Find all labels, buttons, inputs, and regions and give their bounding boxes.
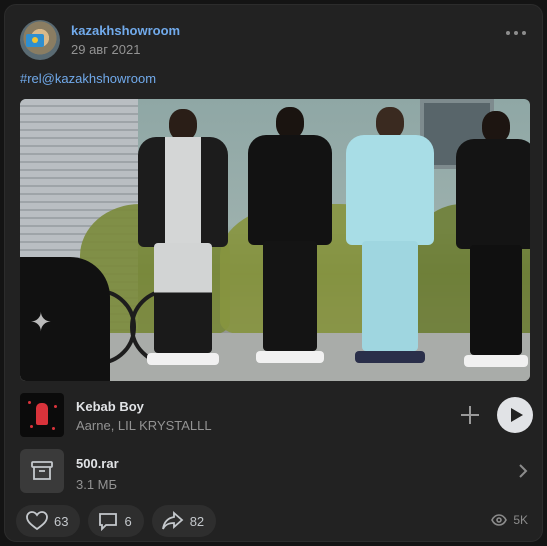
view-count: 5K	[513, 513, 528, 527]
post-photo[interactable]	[20, 99, 530, 381]
share-count: 82	[189, 513, 205, 529]
share-icon	[161, 511, 184, 530]
comment-button[interactable]: 6	[88, 505, 144, 537]
play-button[interactable]	[497, 397, 533, 433]
share-button[interactable]: 82	[151, 505, 217, 537]
comment-icon	[99, 513, 118, 531]
document-size: 3.1 МБ	[76, 477, 118, 492]
views-counter: 5K	[491, 513, 528, 527]
document-name[interactable]: 500.rar	[76, 456, 119, 471]
track-title[interactable]: Kebab Boy	[76, 399, 144, 414]
post-actions: 63 6 82	[16, 505, 217, 537]
audio-attachment[interactable]: Kebab Boy Aarne, LIL KRYSTALLL	[20, 393, 533, 437]
author-name[interactable]: kazakhshowroom	[71, 23, 180, 38]
archive-icon	[20, 449, 64, 493]
comment-count: 6	[124, 513, 132, 529]
play-icon	[510, 408, 523, 422]
more-icon[interactable]	[506, 29, 526, 37]
chevron-right-icon[interactable]	[518, 463, 528, 479]
post-card: kazakhshowroom 29 авг 2021 #rel@kazakhsh…	[4, 4, 543, 542]
document-attachment[interactable]: 500.rar 3.1 МБ	[20, 447, 530, 495]
like-button[interactable]: 63	[16, 505, 81, 537]
hashtag-link[interactable]: #rel@kazakhshowroom	[20, 71, 156, 86]
heart-icon	[26, 511, 48, 531]
add-icon[interactable]	[458, 403, 482, 427]
avatar[interactable]	[20, 20, 60, 60]
post-date[interactable]: 29 авг 2021	[71, 42, 140, 57]
like-count: 63	[54, 513, 69, 529]
track-artist[interactable]: Aarne, LIL KRYSTALLL	[76, 418, 212, 433]
eye-icon	[491, 514, 508, 526]
album-cover	[20, 393, 64, 437]
